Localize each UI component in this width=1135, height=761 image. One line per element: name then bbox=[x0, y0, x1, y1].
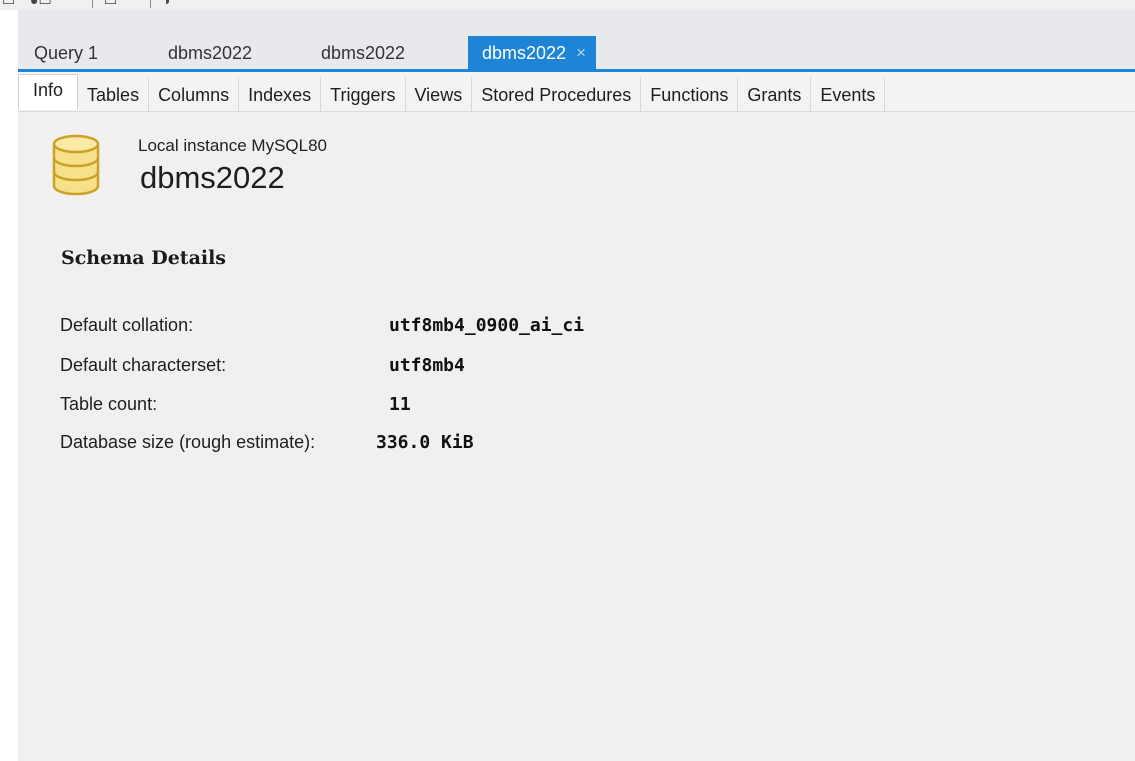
schema-name: dbms2022 bbox=[140, 160, 285, 195]
tab-label: Views bbox=[414, 85, 463, 105]
tab-stored-procedures[interactable]: Stored Procedures bbox=[472, 77, 642, 111]
tab-tables[interactable]: Tables bbox=[78, 77, 150, 111]
tab-label: Functions bbox=[650, 85, 729, 105]
section-title: Schema Details bbox=[61, 247, 227, 269]
database-icon bbox=[52, 134, 100, 196]
tab-label: Stored Procedures bbox=[481, 85, 632, 105]
tab-label: Indexes bbox=[248, 85, 312, 105]
schema-info-panel: Local instance MySQL80 dbms2022 Schema D… bbox=[18, 112, 1135, 761]
close-tab-icon[interactable]: × bbox=[576, 36, 586, 70]
tab-functions[interactable]: Functions bbox=[641, 77, 739, 111]
tab-label: dbms2022 bbox=[321, 43, 406, 63]
tab-label: Tables bbox=[87, 85, 140, 105]
detail-value: utf8mb4_0900_ai_ci bbox=[389, 315, 585, 336]
detail-label: Default collation: bbox=[60, 315, 194, 335]
inspector-icon[interactable]: ▭ bbox=[104, 0, 117, 7]
tab-events[interactable]: Events bbox=[811, 77, 886, 111]
open-sql-icon[interactable]: ●▭ bbox=[30, 0, 52, 7]
toolbar-separator bbox=[92, 0, 93, 8]
toolbar-separator bbox=[150, 0, 151, 8]
tab-label: dbms2022 bbox=[482, 43, 567, 63]
detail-value: utf8mb4 bbox=[389, 355, 465, 376]
tab-label: Events bbox=[820, 85, 876, 105]
tab-dbms2022-1[interactable]: dbms2022 bbox=[160, 36, 313, 70]
tab-dbms2022-2[interactable]: dbms2022 bbox=[313, 36, 468, 70]
tab-query-1[interactable]: Query 1 bbox=[26, 36, 160, 70]
tab-triggers[interactable]: Triggers bbox=[321, 77, 406, 111]
detail-value: 336.0 KiB bbox=[376, 432, 474, 453]
tab-label: Query 1 bbox=[34, 43, 99, 63]
reconnect-icon[interactable]: ◑ bbox=[162, 0, 170, 7]
tab-label: Info bbox=[33, 80, 64, 100]
tab-label: Triggers bbox=[330, 85, 396, 105]
detail-label: Database size (rough estimate): bbox=[60, 432, 316, 452]
tab-views[interactable]: Views bbox=[405, 77, 473, 111]
inspector-tab-bar: Info Tables Columns Indexes Triggers Vie… bbox=[18, 72, 1135, 112]
detail-value: 11 bbox=[389, 394, 411, 415]
main-toolbar: ▭ ●▭ ▭ ◑ bbox=[0, 0, 1135, 10]
detail-label: Default characterset: bbox=[60, 355, 227, 375]
tab-grants[interactable]: Grants bbox=[738, 77, 812, 111]
detail-label: Table count: bbox=[60, 394, 158, 414]
tab-dbms2022-active[interactable]: dbms2022 × bbox=[468, 36, 596, 70]
tab-label: Columns bbox=[158, 85, 230, 105]
instance-name: Local instance MySQL80 bbox=[138, 136, 327, 155]
tab-info[interactable]: Info bbox=[18, 74, 79, 110]
query-tab-bar: Query 1 dbms2022 dbms2022 dbms2022 × bbox=[18, 10, 1135, 72]
tab-label: dbms2022 bbox=[168, 43, 253, 63]
tab-columns[interactable]: Columns bbox=[149, 77, 240, 111]
tab-indexes[interactable]: Indexes bbox=[239, 77, 322, 111]
tab-label: Grants bbox=[747, 85, 802, 105]
new-query-icon[interactable]: ▭ bbox=[2, 0, 15, 7]
left-margin bbox=[0, 10, 18, 761]
